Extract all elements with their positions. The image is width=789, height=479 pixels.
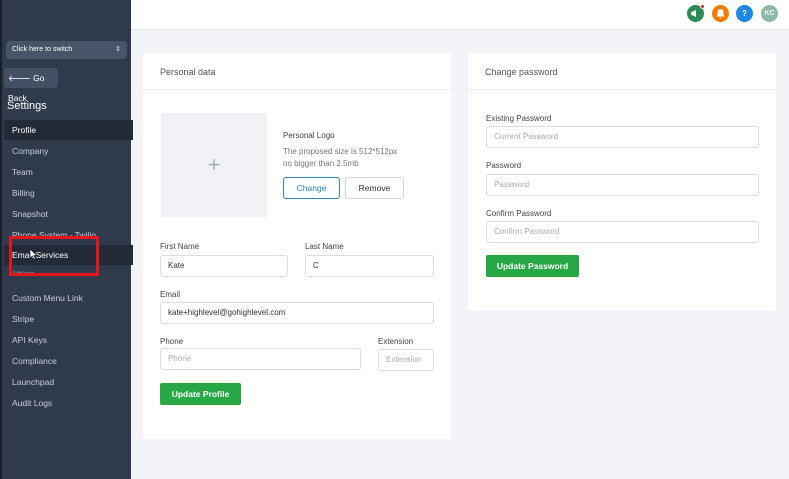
first-name-field[interactable]: Kate — [160, 255, 288, 277]
extension-field[interactable]: Extension — [378, 349, 434, 371]
divider — [468, 89, 776, 90]
sidebar-item-label: Compliance — [12, 356, 57, 366]
go-back-button[interactable]: 🡐 Go Back — [4, 68, 58, 103]
email-field[interactable]: kate+highlevel@gohighlevel.com — [160, 302, 434, 324]
sidebar-item-label: Team — [12, 167, 33, 177]
sidebar-item-audit-logs[interactable]: Audit Logs — [4, 393, 133, 413]
logo-hint-line1: The proposed size is 512*512px — [283, 147, 398, 156]
notification-dot — [700, 4, 705, 9]
account-switcher[interactable]: Click here to switch ⇕ — [6, 41, 127, 59]
divider — [143, 89, 451, 90]
sidebar-item-stripe[interactable]: Stripe — [4, 309, 133, 329]
phone-label: Phone — [160, 337, 184, 346]
first-name-label: First Name — [160, 242, 200, 251]
update-profile-button[interactable]: Update Profile — [160, 383, 241, 405]
change-logo-button[interactable]: Change — [283, 177, 340, 199]
sidebar: Click here to switch ⇕ 🡐 Go Back Setting… — [0, 0, 133, 479]
existing-password-field[interactable]: Current Password — [486, 126, 759, 148]
mouse-cursor-icon — [30, 249, 38, 260]
email-label: Email — [160, 290, 181, 299]
sidebar-item-profile[interactable]: Profile — [4, 120, 133, 140]
sidebar-item-snapshot[interactable]: Snapshot — [4, 204, 133, 224]
password-label: Password — [486, 161, 522, 170]
chevron-updown-icon: ⇕ — [115, 46, 121, 53]
sidebar-item-label: Profile — [12, 125, 37, 135]
megaphone-icon[interactable] — [687, 4, 705, 22]
update-password-button[interactable]: Update Password — [486, 255, 579, 277]
sidebar-item-custom-menu-link[interactable]: Custom Menu Link — [4, 288, 133, 308]
switcher-label: Click here to switch — [12, 46, 73, 53]
logo-hint-line2: no bigger than 2.5mb — [283, 159, 359, 168]
sidebar-item-billing[interactable]: Billing — [4, 183, 133, 203]
sidebar-item-label: Custom Menu Link — [12, 293, 83, 303]
extension-label: Extension — [378, 337, 414, 346]
phone-field[interactable]: Phone — [160, 348, 361, 370]
sidebar-item-api-keys[interactable]: API Keys — [4, 330, 133, 350]
sidebar-item-label: Stripe — [12, 314, 35, 324]
sidebar-item-label: API Keys — [12, 335, 47, 345]
confirm-password-label: Confirm Password — [486, 209, 552, 218]
plus-icon: + — [207, 152, 221, 177]
logo-upload-area[interactable]: + — [161, 113, 267, 217]
sidebar-item-company[interactable]: Company — [4, 141, 133, 161]
remove-logo-button[interactable]: Remove — [345, 177, 404, 199]
sidebar-item-label: Company — [12, 146, 49, 156]
confirm-password-field[interactable]: Confirm Password — [486, 221, 759, 243]
last-name-label: Last Name — [305, 242, 344, 251]
card-title: Change password — [485, 67, 558, 77]
sidebar-item-label: Billing — [12, 188, 35, 198]
card-title: Personal data — [160, 67, 216, 77]
top-bar: ? KC — [131, 0, 789, 30]
last-name-field[interactable]: C — [305, 255, 434, 277]
highlight-annotation-box — [9, 236, 99, 276]
sidebar-item-launchpad[interactable]: Launchpad — [4, 372, 133, 392]
sidebar-item-team[interactable]: Team — [4, 162, 133, 182]
sidebar-item-compliance[interactable]: Compliance — [4, 351, 133, 371]
arrow-left-icon: 🡐 — [8, 73, 31, 83]
avatar[interactable]: KC — [761, 5, 778, 22]
existing-password-label: Existing Password — [486, 114, 552, 123]
sidebar-item-label: Snapshot — [12, 209, 48, 219]
sidebar-item-label: Audit Logs — [12, 398, 53, 408]
bell-icon[interactable] — [712, 5, 729, 22]
personal-logo-label: Personal Logo — [283, 131, 335, 140]
help-icon[interactable]: ? — [736, 5, 753, 22]
settings-title: Settings — [7, 100, 47, 112]
sidebar-item-label: Launchpad — [12, 377, 55, 387]
password-field[interactable]: Password — [486, 174, 759, 196]
